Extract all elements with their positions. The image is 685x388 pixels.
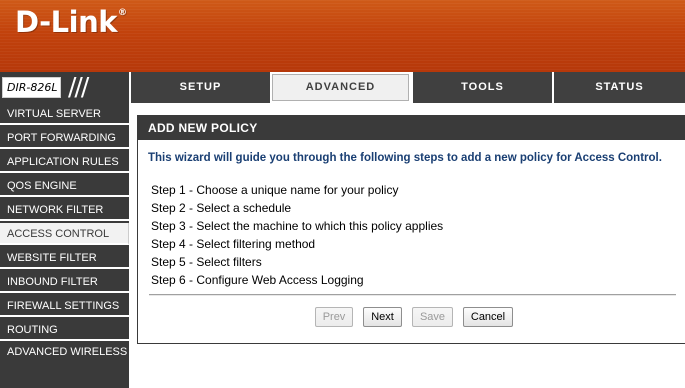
sidebar-item-advanced-wireless[interactable]: ADVANCED WIRELESS [0, 343, 129, 377]
sidebar-item-qos-engine[interactable]: QOS ENGINE [0, 175, 129, 197]
sidebar-item-access-control[interactable]: ACCESS CONTROL [0, 223, 129, 245]
wizard-intro: This wizard will guide you through the f… [148, 152, 662, 164]
separator-slashes: /// [68, 72, 89, 101]
panel-title: ADD NEW POLICY [138, 115, 685, 140]
add-policy-panel: ADD NEW POLICY This wizard will guide yo… [137, 115, 685, 344]
prev-button[interactable]: Prev [315, 307, 353, 327]
sidebar-item-website-filter[interactable]: WEBSITE FILTER [0, 247, 129, 269]
next-button[interactable]: Next [363, 307, 402, 327]
step-item: Step 1 - Choose a unique name for your p… [151, 183, 399, 197]
save-button[interactable]: Save [412, 307, 453, 327]
sidebar: VIRTUAL SERVER PORT FORWARDING APPLICATI… [0, 103, 129, 388]
cancel-button[interactable]: Cancel [463, 307, 513, 327]
sidebar-item-routing[interactable]: ROUTING [0, 319, 129, 341]
logo-text: D-Link [15, 5, 118, 39]
step-item: Step 3 - Select the machine to which thi… [151, 219, 444, 233]
tab-tools[interactable]: TOOLS [411, 72, 552, 103]
sidebar-item-port-forwarding[interactable]: PORT FORWARDING [0, 127, 129, 149]
tab-setup[interactable]: SETUP [129, 72, 270, 103]
step-item: Step 2 - Select a schedule [151, 201, 292, 215]
model-label: DIR-826L [2, 77, 61, 98]
tab-status[interactable]: STATUS [552, 72, 685, 103]
sidebar-item-application-rules[interactable]: APPLICATION RULES [0, 151, 129, 173]
model-box: DIR-826L /// [0, 72, 129, 103]
registered-mark: ® [118, 8, 127, 18]
tab-advanced[interactable]: ADVANCED [270, 72, 411, 103]
step-item: Step 6 - Configure Web Access Logging [151, 273, 364, 287]
sidebar-item-firewall-settings[interactable]: FIREWALL SETTINGS [0, 295, 129, 317]
top-navigation: DIR-826L /// SETUP ADVANCED TOOLS STATUS [0, 72, 685, 103]
step-item: Step 4 - Select filtering method [151, 237, 316, 251]
header-banner: D-Link® [0, 0, 685, 72]
divider [149, 294, 676, 296]
step-item: Step 5 - Select filters [151, 255, 262, 269]
steps-list: Step 1 - Choose a unique name for your p… [151, 181, 443, 289]
dlink-logo: D-Link® [15, 5, 127, 39]
sidebar-item-virtual-server[interactable]: VIRTUAL SERVER [0, 103, 129, 125]
sidebar-item-inbound-filter[interactable]: INBOUND FILTER [0, 271, 129, 293]
sidebar-item-network-filter[interactable]: NETWORK FILTER [0, 199, 129, 221]
